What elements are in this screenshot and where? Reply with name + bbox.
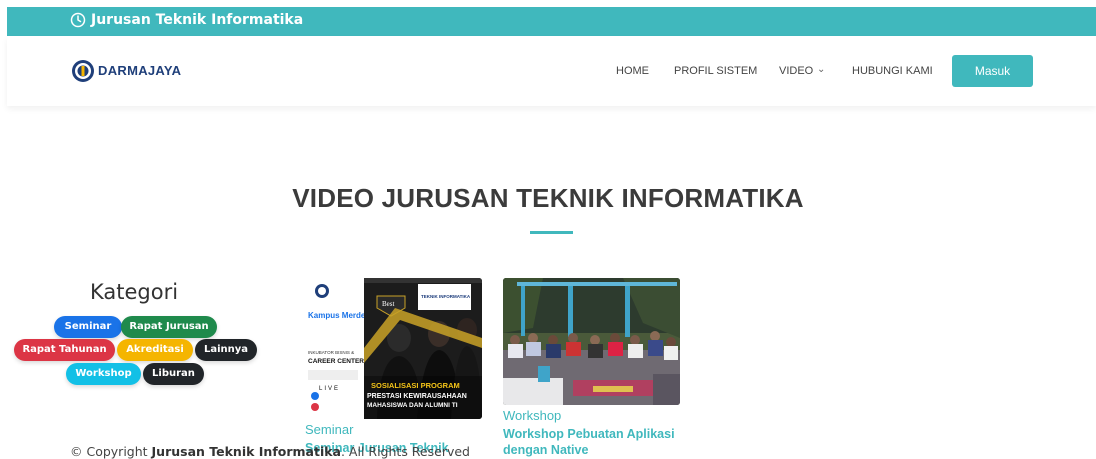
poster-line-career: CAREER CENTER bbox=[308, 358, 364, 365]
footer-suffix: . All Rights Reserved bbox=[340, 444, 470, 459]
footer-org: Jurusan Teknik Informatika bbox=[151, 444, 341, 459]
poster-line-best: Best bbox=[382, 300, 395, 308]
topbar-title: Jurusan Teknik Informatika bbox=[91, 12, 304, 28]
kategori-heading: Kategori bbox=[90, 280, 179, 304]
page-title: VIDEO JURUSAN TEKNIK INFORMATIKA bbox=[292, 183, 804, 213]
footer-copyright: © Copyright Jurusan Teknik Informatika. … bbox=[70, 444, 470, 459]
navbar: DARMAJAYA HOME PROFIL SISTEM VIDEO ⌄ HUBU… bbox=[7, 36, 1096, 106]
video-category-label[interactable]: Workshop bbox=[503, 408, 561, 423]
video-thumbnail-seminar[interactable]: Kampus Merdeka INKUBATOR BISNIS & CAREER… bbox=[305, 278, 482, 419]
tag-liburan[interactable]: Liburan bbox=[143, 363, 204, 385]
nav-hubungi-kami[interactable]: HUBUNGI KAMI bbox=[852, 65, 933, 77]
login-button[interactable]: Masuk bbox=[952, 55, 1033, 87]
tag-rapat-jurusan[interactable]: Rapat Jurusan bbox=[121, 316, 217, 338]
tag-seminar[interactable]: Seminar bbox=[54, 316, 122, 338]
clock-icon bbox=[70, 12, 86, 28]
video-card-seminar[interactable]: Kampus Merdeka INKUBATOR BISNIS & CAREER… bbox=[305, 278, 482, 455]
video-thumbnail-workshop[interactable] bbox=[503, 278, 680, 405]
chevron-down-icon: ⌄ bbox=[817, 64, 826, 75]
title-underline bbox=[530, 231, 573, 234]
logo-text: DARMAJAYA bbox=[98, 63, 182, 78]
poster-line-prestasi: PRESTASI KEWIRAUSAHAAN bbox=[367, 393, 467, 400]
video-card-workshop[interactable]: Workshop Workshop Pebuatan Aplikasi deng… bbox=[503, 278, 680, 457]
tag-lainnya[interactable]: Lainnya bbox=[195, 339, 257, 361]
nav-video-label: VIDEO bbox=[779, 65, 814, 77]
video-title[interactable]: Workshop Pebuatan Aplikasi dengan Native bbox=[503, 426, 693, 458]
nav-video[interactable]: VIDEO ⌄ bbox=[779, 64, 825, 77]
nav-profil-sistem[interactable]: PROFIL SISTEM bbox=[674, 65, 757, 77]
tag-workshop[interactable]: Workshop bbox=[66, 363, 141, 385]
tag-rapat-tahunan[interactable]: Rapat Tahunan bbox=[14, 339, 115, 361]
poster-line-mahasiswa: MAHASISWA DAN ALUMNI TI bbox=[367, 402, 458, 409]
poster-line-sosialisasi: SOSIALISASI PROGRAM bbox=[371, 381, 460, 390]
poster-live: LIVE bbox=[319, 386, 340, 392]
poster-line-teknik: TEKNIK INFORMATIKA bbox=[421, 294, 471, 299]
top-bar: Jurusan Teknik Informatika bbox=[7, 7, 1096, 36]
darmajaya-emblem-icon bbox=[72, 60, 94, 82]
footer-prefix: © Copyright bbox=[70, 444, 152, 459]
nav-home[interactable]: HOME bbox=[616, 65, 649, 77]
poster-line-inkubator: INKUBATOR BISNIS & bbox=[308, 350, 354, 355]
video-category-label[interactable]: Seminar bbox=[305, 422, 353, 437]
tag-akreditasi[interactable]: Akreditasi bbox=[117, 339, 193, 361]
